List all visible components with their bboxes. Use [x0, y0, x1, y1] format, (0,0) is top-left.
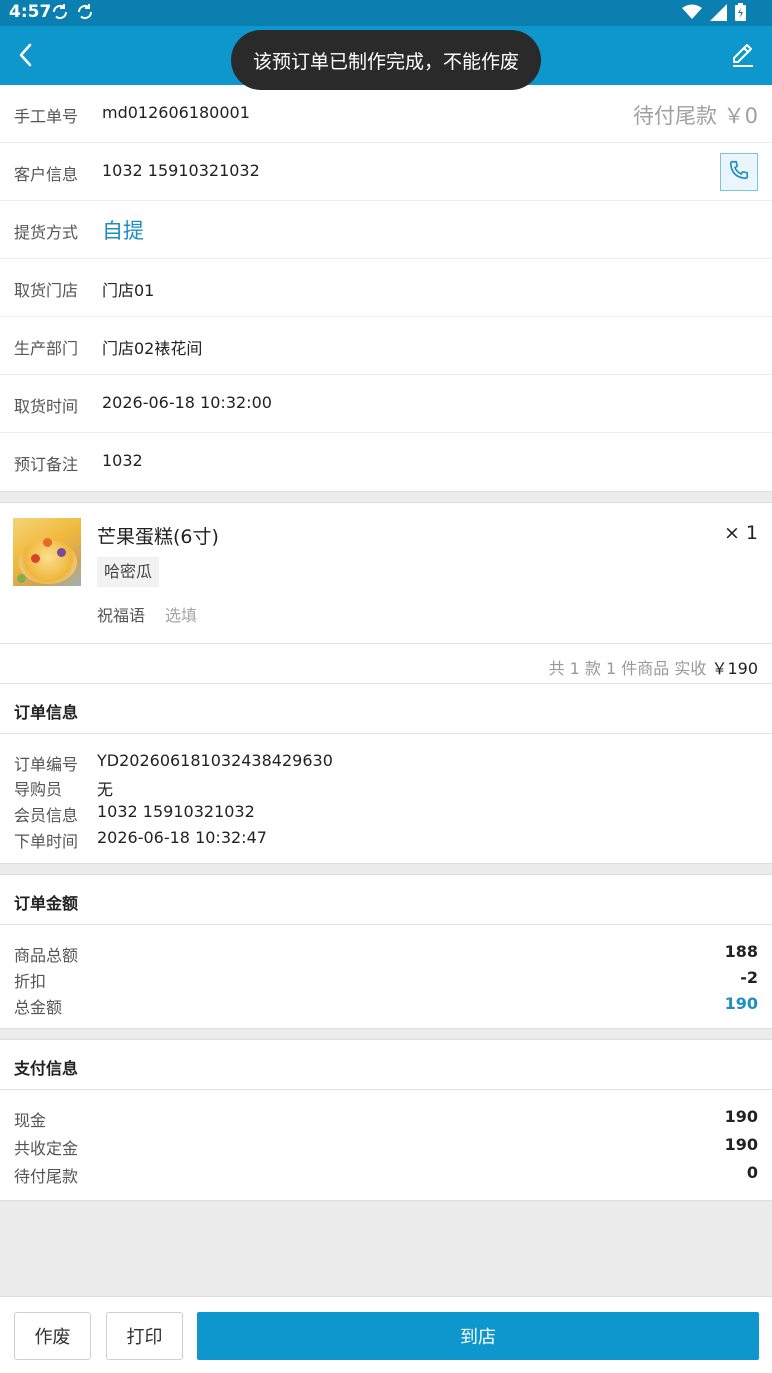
- pickup-store-row: 取货门店 门店01: [0, 259, 772, 317]
- order-info-label: 会员信息: [14, 806, 79, 825]
- remark-label: 预订备注: [14, 455, 79, 474]
- void-button[interactable]: 作废: [14, 1312, 91, 1360]
- customer-label: 客户信息: [14, 165, 79, 184]
- member-value: 1032 15910321032: [97, 802, 255, 821]
- arrive-store-button[interactable]: 到店: [197, 1312, 759, 1360]
- summary-total: ￥190: [711, 659, 758, 678]
- empty-area: [0, 1200, 772, 1296]
- customer-value: 1032 15910321032: [102, 161, 260, 180]
- order-info-label: 下单时间: [14, 832, 79, 851]
- order-number-value: YD202606181032438429630: [97, 751, 333, 770]
- amount-label: 总金额: [14, 998, 63, 1017]
- remark-row: 预订备注 1032: [0, 433, 772, 491]
- status-time: 4:57: [9, 2, 52, 22]
- blessing-label: 祝福语: [97, 606, 146, 625]
- payment-info-title: 支付信息: [0, 1040, 772, 1090]
- production-dept-label: 生产部门: [14, 339, 79, 358]
- pickup-store-label: 取货门店: [14, 281, 79, 300]
- summary-prefix: 共 1 款 1 件商品 实收: [548, 659, 707, 678]
- manual-order-value: md012606180001: [102, 103, 250, 122]
- order-info-label: 导购员: [14, 780, 63, 799]
- pickup-time-label: 取货时间: [14, 397, 79, 416]
- edit-icon[interactable]: [728, 40, 758, 70]
- sync-icon: [76, 3, 94, 25]
- order-amount-title: 订单金额: [0, 875, 772, 925]
- manual-order-row: 手工单号 md012606180001 待付尾款 ￥0: [0, 85, 772, 143]
- pickup-method-label: 提货方式: [14, 223, 79, 242]
- section-divider: [0, 863, 772, 875]
- product-item[interactable]: 芒果蛋糕(6寸) × 1 哈密瓜 祝福语 选填: [0, 503, 772, 644]
- production-dept-row: 生产部门 门店02裱花间: [0, 317, 772, 375]
- balance-due: 待付尾款 ￥0: [632, 104, 758, 128]
- pickup-method-value: 自提: [102, 219, 144, 243]
- order-summary: 共 1 款 1 件商品 实收 ￥190: [0, 644, 772, 684]
- pickup-method-row: 提货方式 自提: [0, 201, 772, 259]
- product-quantity: × 1: [723, 522, 758, 544]
- blessing-input[interactable]: 选填: [165, 602, 197, 626]
- print-button[interactable]: 打印: [106, 1312, 183, 1360]
- payment-label: 共收定金: [14, 1139, 79, 1158]
- call-button[interactable]: [720, 153, 758, 191]
- salesperson-value: 无: [97, 780, 114, 799]
- pickup-store-value: 门店01: [102, 281, 155, 300]
- production-dept-value: 门店02裱花间: [102, 339, 203, 358]
- amount-label: 折扣: [14, 972, 47, 991]
- phone-icon: [728, 159, 750, 185]
- order-info-label: 订单编号: [14, 755, 79, 774]
- product-tag: 哈密瓜: [97, 557, 160, 587]
- bottom-action-bar: 作废 打印 到店: [0, 1296, 772, 1373]
- amount-label: 商品总额: [14, 946, 79, 965]
- remark-value: 1032: [102, 451, 143, 470]
- pickup-time-value: 2026-06-18 10:32:00: [102, 393, 272, 412]
- battery-icon: [735, 3, 746, 25]
- payment-label: 待付尾款: [14, 1167, 79, 1186]
- toast-message: 该预订单已制作完成，不能作废: [231, 30, 541, 90]
- cash-value: 190: [724, 1107, 758, 1126]
- section-divider: [0, 491, 772, 503]
- balance-value: 0: [746, 1163, 758, 1182]
- order-info-title: 订单信息: [0, 684, 772, 734]
- wifi-icon: [682, 4, 702, 24]
- signal-icon: [710, 3, 727, 25]
- payment-label: 现金: [14, 1111, 47, 1130]
- section-divider: [0, 1028, 772, 1040]
- back-arrow-icon[interactable]: [12, 40, 42, 70]
- pickup-time-row: 取货时间 2026-06-18 10:32:00: [0, 375, 772, 433]
- goods-total-value: 188: [724, 942, 758, 961]
- product-name: 芒果蛋糕(6寸): [97, 526, 219, 548]
- discount-value: -2: [740, 968, 758, 987]
- deposit-value: 190: [724, 1135, 758, 1154]
- sync-icon: [51, 3, 69, 25]
- customer-row: 客户信息 1032 15910321032: [0, 143, 772, 201]
- product-image: [13, 518, 81, 586]
- grand-total-value: 190: [724, 994, 758, 1013]
- order-time-value: 2026-06-18 10:32:47: [97, 828, 267, 847]
- manual-order-label: 手工单号: [14, 107, 79, 126]
- status-bar: 4:57: [0, 0, 772, 26]
